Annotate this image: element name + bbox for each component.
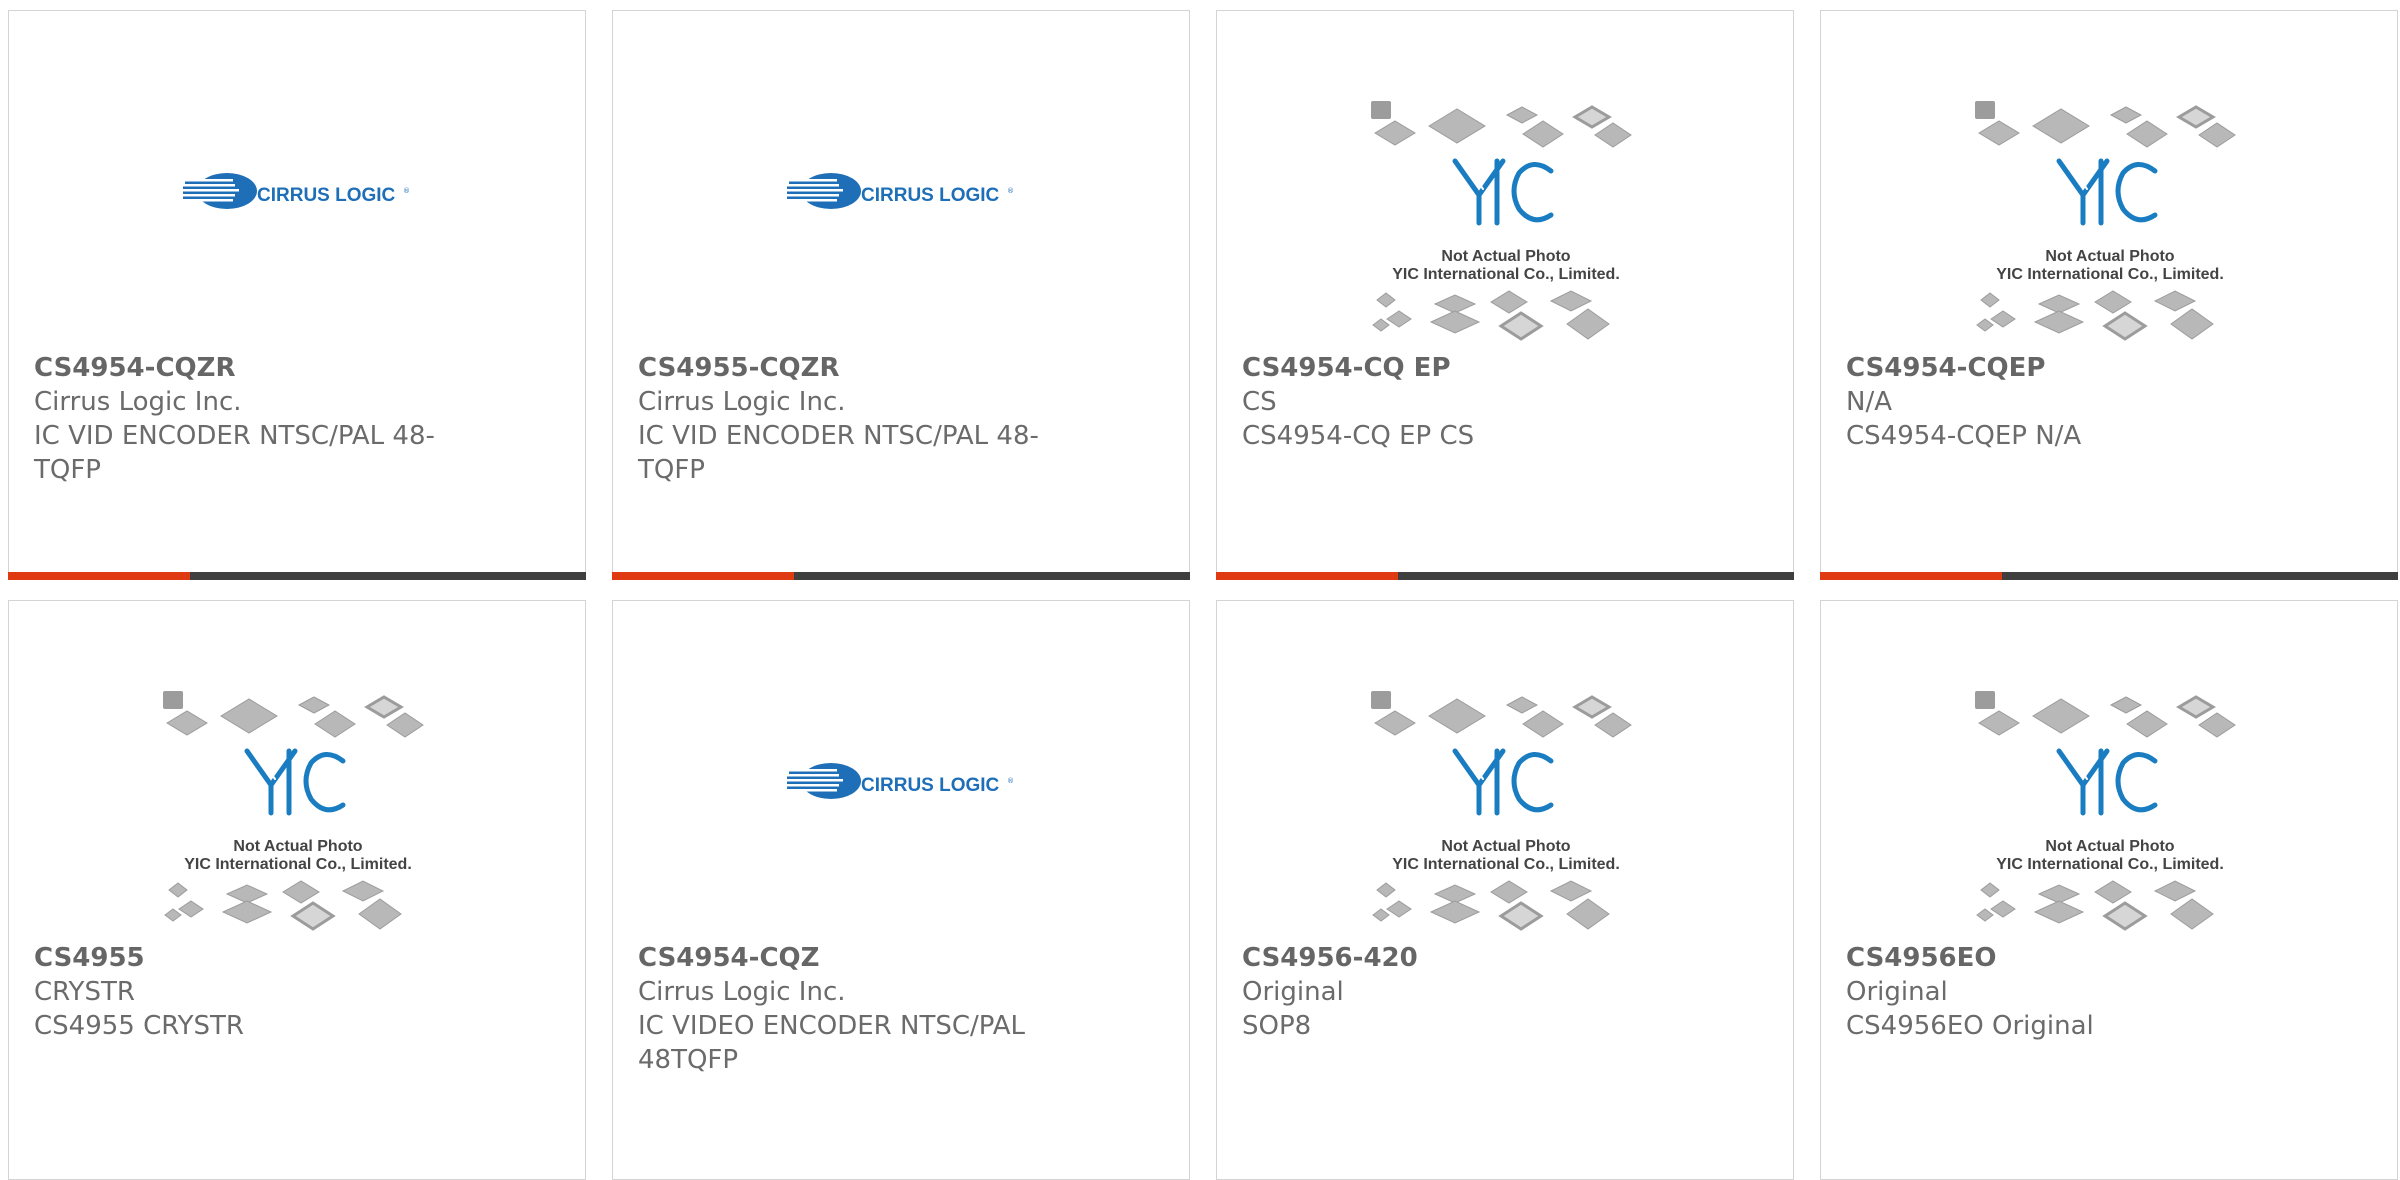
description: IC VID ENCODER NTSC/PAL 48-TQFP bbox=[638, 421, 1039, 485]
description: SOP8 bbox=[1242, 1011, 1312, 1041]
card-accent-bar bbox=[1820, 572, 2002, 580]
part-number[interactable]: CS4954-CQZR bbox=[34, 351, 454, 385]
manufacturer: N/A bbox=[1846, 387, 1892, 417]
product-info: CS4954-CQEP N/A CS4954-CQEP N/A bbox=[1846, 351, 2266, 453]
product-image[interactable]: CIRRUS LOGIC ® bbox=[9, 11, 585, 351]
product-card[interactable]: CIRRUS LOGIC ® CS4954-CQZ Cirrus Logic In… bbox=[612, 600, 1190, 1180]
placeholder-line2: YIC International Co., Limited. bbox=[1392, 266, 1620, 283]
manufacturer: Cirrus Logic Inc. bbox=[638, 977, 846, 1007]
part-number[interactable]: CS4955 bbox=[34, 941, 454, 975]
product-image[interactable]: CIRRUS LOGIC ® bbox=[613, 11, 1189, 351]
yic-logo-icon bbox=[1452, 748, 1554, 816]
placeholder-line1: Not Actual Photo bbox=[233, 838, 362, 855]
yic-placeholder-image: Not Actual PhotoYIC International Co., L… bbox=[1975, 101, 2236, 341]
product-info: CS4955 CRYSTR CS4955 CRYSTR bbox=[34, 941, 454, 1043]
product-image[interactable]: Not Actual Photo YIC International Co., L… bbox=[1217, 11, 1793, 351]
product-info: CS4954-CQ EP CS CS4954-CQ EP CS bbox=[1242, 351, 1662, 453]
placeholder-line2: YIC International Co., Limited. bbox=[1996, 856, 2224, 873]
manufacturer: Original bbox=[1846, 977, 1948, 1007]
yic-placeholder-image: Not Actual PhotoYIC International Co., L… bbox=[1371, 691, 1632, 931]
description: CS4955 CRYSTR bbox=[34, 1011, 244, 1041]
cirrus-logo-text: CIRRUS LOGIC bbox=[257, 185, 396, 206]
part-number[interactable]: CS4954-CQ EP bbox=[1242, 351, 1662, 385]
description: IC VID ENCODER NTSC/PAL 48-TQFP bbox=[34, 421, 435, 485]
svg-text:®: ® bbox=[1007, 187, 1014, 195]
yic-placeholder-image: Not Actual PhotoYIC International Co., L… bbox=[1975, 691, 2236, 931]
svg-text:®: ® bbox=[403, 187, 410, 195]
placeholder-line1: Not Actual Photo bbox=[1441, 248, 1570, 265]
product-info: CS4956-420 Original SOP8 bbox=[1242, 941, 1662, 1043]
yic-logo-icon bbox=[244, 748, 346, 816]
product-card[interactable]: Not Actual Photo YIC International Co., L… bbox=[1216, 600, 1794, 1180]
product-info: CS4955-CQZR Cirrus Logic Inc. IC VID ENCOD… bbox=[638, 351, 1058, 487]
yic-logo-icon bbox=[2056, 158, 2158, 226]
card-bottom-bar bbox=[1216, 572, 1794, 580]
part-number[interactable]: CS4955-CQZR bbox=[638, 351, 1058, 385]
product-image[interactable]: CIRRUS LOGIC ® bbox=[613, 601, 1189, 941]
yic-logo-icon bbox=[1452, 158, 1554, 226]
svg-text:®: ® bbox=[1007, 777, 1014, 785]
placeholder-line2: YIC International Co., Limited. bbox=[1996, 266, 2224, 283]
product-info: CS4954-CQZ Cirrus Logic Inc. IC VIDEO ENCO… bbox=[638, 941, 1058, 1077]
yic-logo-icon bbox=[2056, 748, 2158, 816]
card-bottom-bar bbox=[1820, 572, 2398, 580]
card-accent-bar bbox=[8, 572, 190, 580]
placeholder-line1: Not Actual Photo bbox=[2045, 248, 2174, 265]
cirrus-logic-logo-icon: CIRRUS LOGIC ® bbox=[183, 173, 410, 209]
product-card[interactable]: CIRRUS LOGIC ® CS4955-CQZR Cirrus Logic I… bbox=[612, 10, 1190, 580]
part-number[interactable]: CS4956EO bbox=[1846, 941, 2266, 975]
cirrus-logo-text: CIRRUS LOGIC bbox=[861, 185, 1000, 206]
cirrus-logic-logo-icon: CIRRUS LOGIC ® bbox=[787, 763, 1014, 799]
product-info: CS4956EO Original CS4956EO Original bbox=[1846, 941, 2266, 1043]
product-grid: CIRRUS LOGIC ® CS4954-CQZR Cirrus Logic I… bbox=[0, 0, 2400, 1180]
product-card[interactable]: CIRRUS LOGIC ® CS4954-CQZR Cirrus Logic I… bbox=[8, 10, 586, 580]
product-info: CS4954-CQZR Cirrus Logic Inc. IC VID ENCOD… bbox=[34, 351, 454, 487]
cirrus-logo-text: CIRRUS LOGIC bbox=[861, 775, 1000, 796]
placeholder-line1: Not Actual Photo bbox=[2045, 838, 2174, 855]
card-bottom-bar bbox=[612, 572, 1190, 580]
cirrus-logic-logo-icon: CIRRUS LOGIC ® bbox=[787, 173, 1014, 209]
manufacturer: CS bbox=[1242, 387, 1277, 417]
description: CS4954-CQ EP CS bbox=[1242, 421, 1475, 451]
part-number[interactable]: CS4954-CQZ bbox=[638, 941, 1058, 975]
yic-placeholder-image: Not Actual PhotoYIC International Co., L… bbox=[1371, 101, 1632, 341]
description: CS4956EO Original bbox=[1846, 1011, 2094, 1041]
description: CS4954-CQEP N/A bbox=[1846, 421, 2082, 451]
product-image[interactable]: Not Actual Photo YIC International Co., L… bbox=[1217, 601, 1793, 941]
placeholder-line2: YIC International Co., Limited. bbox=[184, 856, 412, 873]
manufacturer: Cirrus Logic Inc. bbox=[34, 387, 242, 417]
card-accent-bar bbox=[1216, 572, 1398, 580]
manufacturer: Cirrus Logic Inc. bbox=[638, 387, 846, 417]
description: IC VIDEO ENCODER NTSC/PAL 48TQFP bbox=[638, 1011, 1026, 1075]
product-card[interactable]: Not Actual Photo YIC International Co., L… bbox=[1216, 10, 1794, 580]
part-number[interactable]: CS4956-420 bbox=[1242, 941, 1662, 975]
product-card[interactable]: Not Actual Photo YIC International Co., L… bbox=[1820, 10, 2398, 580]
card-bottom-bar bbox=[8, 572, 586, 580]
manufacturer: CRYSTR bbox=[34, 977, 135, 1007]
product-image[interactable]: Not Actual Photo YIC International Co., L… bbox=[1821, 601, 2397, 941]
product-image[interactable]: Not Actual Photo YIC International Co., L… bbox=[1821, 11, 2397, 351]
placeholder-line2: YIC International Co., Limited. bbox=[1392, 856, 1620, 873]
part-number[interactable]: CS4954-CQEP bbox=[1846, 351, 2266, 385]
placeholder-line1: Not Actual Photo bbox=[1441, 838, 1570, 855]
product-card[interactable]: Not Actual Photo YIC International Co., L… bbox=[1820, 600, 2398, 1180]
product-image[interactable]: Not Actual Photo YIC International Co., L… bbox=[9, 601, 585, 941]
manufacturer: Original bbox=[1242, 977, 1344, 1007]
product-card[interactable]: Not Actual Photo YIC International Co., L… bbox=[8, 600, 586, 1180]
card-accent-bar bbox=[612, 572, 794, 580]
yic-placeholder-image: Not Actual PhotoYIC International Co., L… bbox=[163, 691, 424, 931]
